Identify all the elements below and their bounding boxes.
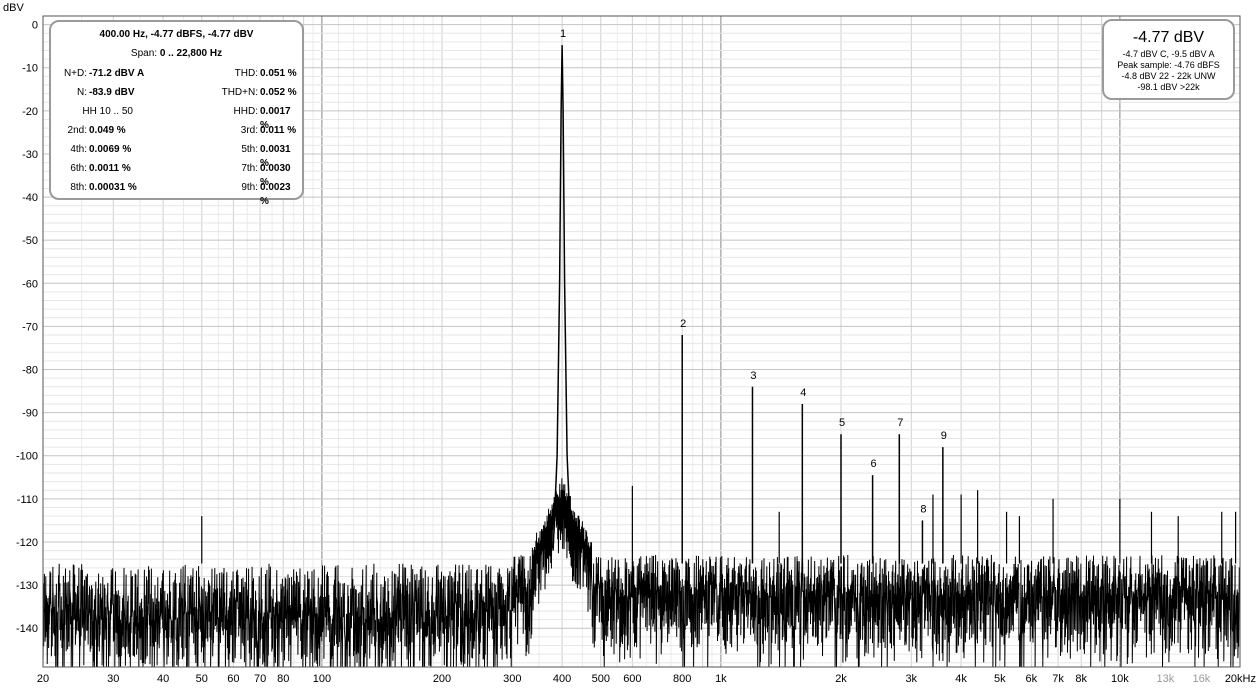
stat-value: 0.051 % xyxy=(260,68,297,79)
y-tick-label: -90 xyxy=(22,408,38,420)
x-tick-label: 100 xyxy=(313,673,331,685)
y-axis-label: dBV xyxy=(3,2,24,14)
stat-label: 4th: xyxy=(70,144,87,155)
stats-row: 8th: 0.00031 % 9th: 0.0023 % xyxy=(51,181,302,207)
x-tick-label: 500 xyxy=(592,673,610,685)
y-tick-label: -40 xyxy=(22,192,38,204)
stat-value: -83.9 dBV xyxy=(89,87,135,98)
x-tick-label: 800 xyxy=(673,673,691,685)
x-tick-label: 60 xyxy=(227,673,239,685)
harmonic-label: 4 xyxy=(800,387,806,399)
y-tick-label: -60 xyxy=(22,278,38,290)
x-tick-label: 4k xyxy=(955,673,967,685)
x-tick-label: 80 xyxy=(277,673,289,685)
stats-row: N: -83.9 dBV THD+N: 0.052 % xyxy=(51,86,302,100)
x-tick-label: 7k xyxy=(1052,673,1064,685)
stat-label: 5th: xyxy=(241,144,258,155)
stat-label: 9th: xyxy=(241,182,258,193)
x-tick-label: 13k xyxy=(1156,673,1174,685)
y-tick-label: -120 xyxy=(16,537,38,549)
y-tick-label: 0 xyxy=(32,20,38,32)
y-tick-label: -100 xyxy=(16,451,38,463)
x-tick-label: 20 xyxy=(37,673,49,685)
stat-value: 0.011 % xyxy=(260,125,297,136)
x-tick-label: 300 xyxy=(503,673,521,685)
distortion-stats-panel: 400.00 Hz, -4.77 dBFS, -4.77 dBV Span: 0… xyxy=(49,20,304,207)
y-tick-label: -50 xyxy=(22,235,38,247)
y-tick-label: -70 xyxy=(22,321,38,333)
harmonic-label: 6 xyxy=(871,458,877,470)
x-tick-label: 6k xyxy=(1026,673,1038,685)
stat-label: 2nd: xyxy=(67,125,87,136)
x-tick-label: 2k xyxy=(835,673,847,685)
y-tick-label: -10 xyxy=(22,63,38,75)
level-detail-line: -4.7 dBV C, -9.5 dBV A xyxy=(1122,49,1215,59)
harmonic-label: 2 xyxy=(680,318,686,330)
hh-range-label: HH 10 .. 50 xyxy=(82,106,133,117)
stats-row: 4th: 0.0069 % 5th: 0.0031 % xyxy=(51,143,302,169)
harmonic-label: 8 xyxy=(920,503,926,515)
stat-value: 0.049 % xyxy=(89,125,126,136)
y-tick-label: -110 xyxy=(17,494,38,506)
x-tick-label: 5k xyxy=(994,673,1006,685)
x-tick-label: 10k xyxy=(1111,673,1129,685)
y-tick-label: -20 xyxy=(22,106,38,118)
x-tick-label: 8k xyxy=(1075,673,1087,685)
span-row: Span: 0 .. 22,800 Hz xyxy=(51,48,302,59)
y-tick-label: -80 xyxy=(22,365,38,377)
stat-value: 0.00031 % xyxy=(89,182,137,193)
spectrum-analyzer-view: 0 -10 -20 -30 -40 -50 -60 -70 -80 -90 -100 -110 -120… xyxy=(0,0,1260,691)
x-tick-label: 600 xyxy=(623,673,641,685)
stats-row: 6th: 0.0011 % 7th: 0.0030 % xyxy=(51,162,302,188)
level-main-value: -4.77 dBV xyxy=(1132,29,1205,46)
stats-row: 2nd: 0.049 % 3rd: 0.011 % xyxy=(51,124,302,138)
y-tick-label: -140 xyxy=(16,623,38,635)
stat-label: HHD: xyxy=(233,106,258,117)
stat-value: -71.2 dBV A xyxy=(89,68,145,79)
level-detail-line: -98.1 dBV >22k xyxy=(1137,82,1200,92)
x-tick-label: 50 xyxy=(196,673,208,685)
stats-row: N+D: -71.2 dBV A THD: 0.051 % xyxy=(51,67,302,81)
stats-header: 400.00 Hz, -4.77 dBFS, -4.77 dBV xyxy=(99,29,254,40)
span-label: Span: xyxy=(130,48,158,59)
x-tick-label: 30 xyxy=(107,673,119,685)
stat-label: 7th: xyxy=(241,163,258,174)
stat-value: 0.0069 % xyxy=(89,144,132,155)
harmonic-label: 1 xyxy=(560,28,566,40)
x-tick-label: 3k xyxy=(905,673,917,685)
x-tick-label: 70 xyxy=(254,673,266,685)
harmonic-label: 5 xyxy=(839,417,845,429)
stat-label: THD+N: xyxy=(221,87,258,98)
level-detail-line: -4.8 dBV 22 - 22k UNW xyxy=(1121,71,1216,81)
y-tick-label: -30 xyxy=(22,149,38,161)
stat-label: 8th: xyxy=(70,182,87,193)
x-tick-label: 20kHz xyxy=(1225,673,1256,685)
stats-row: HH 10 .. 50 HHD: 0.0017 % xyxy=(51,105,302,131)
level-readout-panel: -4.77 dBV -4.7 dBV C, -9.5 dBV A Peak sa… xyxy=(1102,19,1235,100)
harmonic-label: 9 xyxy=(941,430,947,442)
level-detail-line: Peak sample: -4.76 dBFS xyxy=(1117,60,1220,70)
x-tick-label: 400 xyxy=(553,673,571,685)
stat-value: 0.052 % xyxy=(260,87,297,98)
stat-value: 0.0023 % xyxy=(260,182,291,207)
harmonic-label: 3 xyxy=(750,370,756,382)
stat-label: N+D: xyxy=(63,68,87,79)
y-tick-label: -130 xyxy=(16,580,38,592)
harmonic-label: 7 xyxy=(897,417,903,429)
x-tick-label: 40 xyxy=(157,673,169,685)
stat-label: N: xyxy=(77,87,87,98)
stat-value: 0.0011 % xyxy=(89,163,131,174)
stat-label: 3rd: xyxy=(240,125,258,136)
x-tick-label: 200 xyxy=(433,673,451,685)
x-tick-label: 1k xyxy=(715,673,727,685)
stat-label: THD: xyxy=(234,68,258,79)
stat-label: 6th: xyxy=(70,163,87,174)
span-value: 0 .. 22,800 Hz xyxy=(159,48,223,59)
x-tick-label: 16k xyxy=(1192,673,1210,685)
